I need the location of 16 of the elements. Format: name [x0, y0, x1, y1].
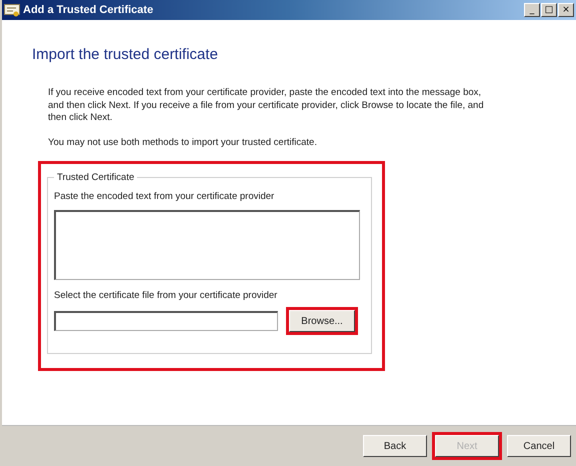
close-button[interactable]: ×	[558, 3, 574, 17]
file-label: Select the certificate file from your certificate provider	[54, 290, 278, 301]
wizard-button[interactable]: Cancel	[507, 435, 571, 457]
wizard-button[interactable]: Back	[363, 435, 427, 457]
maximize-button[interactable]: □	[541, 3, 557, 17]
window-title: Add a Trusted Certificate	[23, 4, 154, 16]
minimize-button[interactable]: _	[524, 3, 540, 17]
certificate-icon	[4, 4, 20, 16]
page-heading: Import the trusted certificate	[32, 46, 219, 63]
encoded-text-field[interactable]	[54, 210, 360, 280]
paste-label: Paste the encoded text from your certificate provider	[54, 191, 276, 202]
instruction-text: If you receive encoded text from your certificate provider, paste the encoded text into the message box, and then click Next. If you receive a file from your certificate provider, click Browse to locate the file, and then click Next.	[48, 87, 485, 124]
file-path-field[interactable]	[54, 311, 278, 331]
browse-button[interactable]: Browse...	[289, 310, 355, 332]
group-title: Trusted Certificate	[56, 172, 136, 183]
instruction-text: You may not use both methods to import your trusted certificate.	[48, 136, 318, 149]
